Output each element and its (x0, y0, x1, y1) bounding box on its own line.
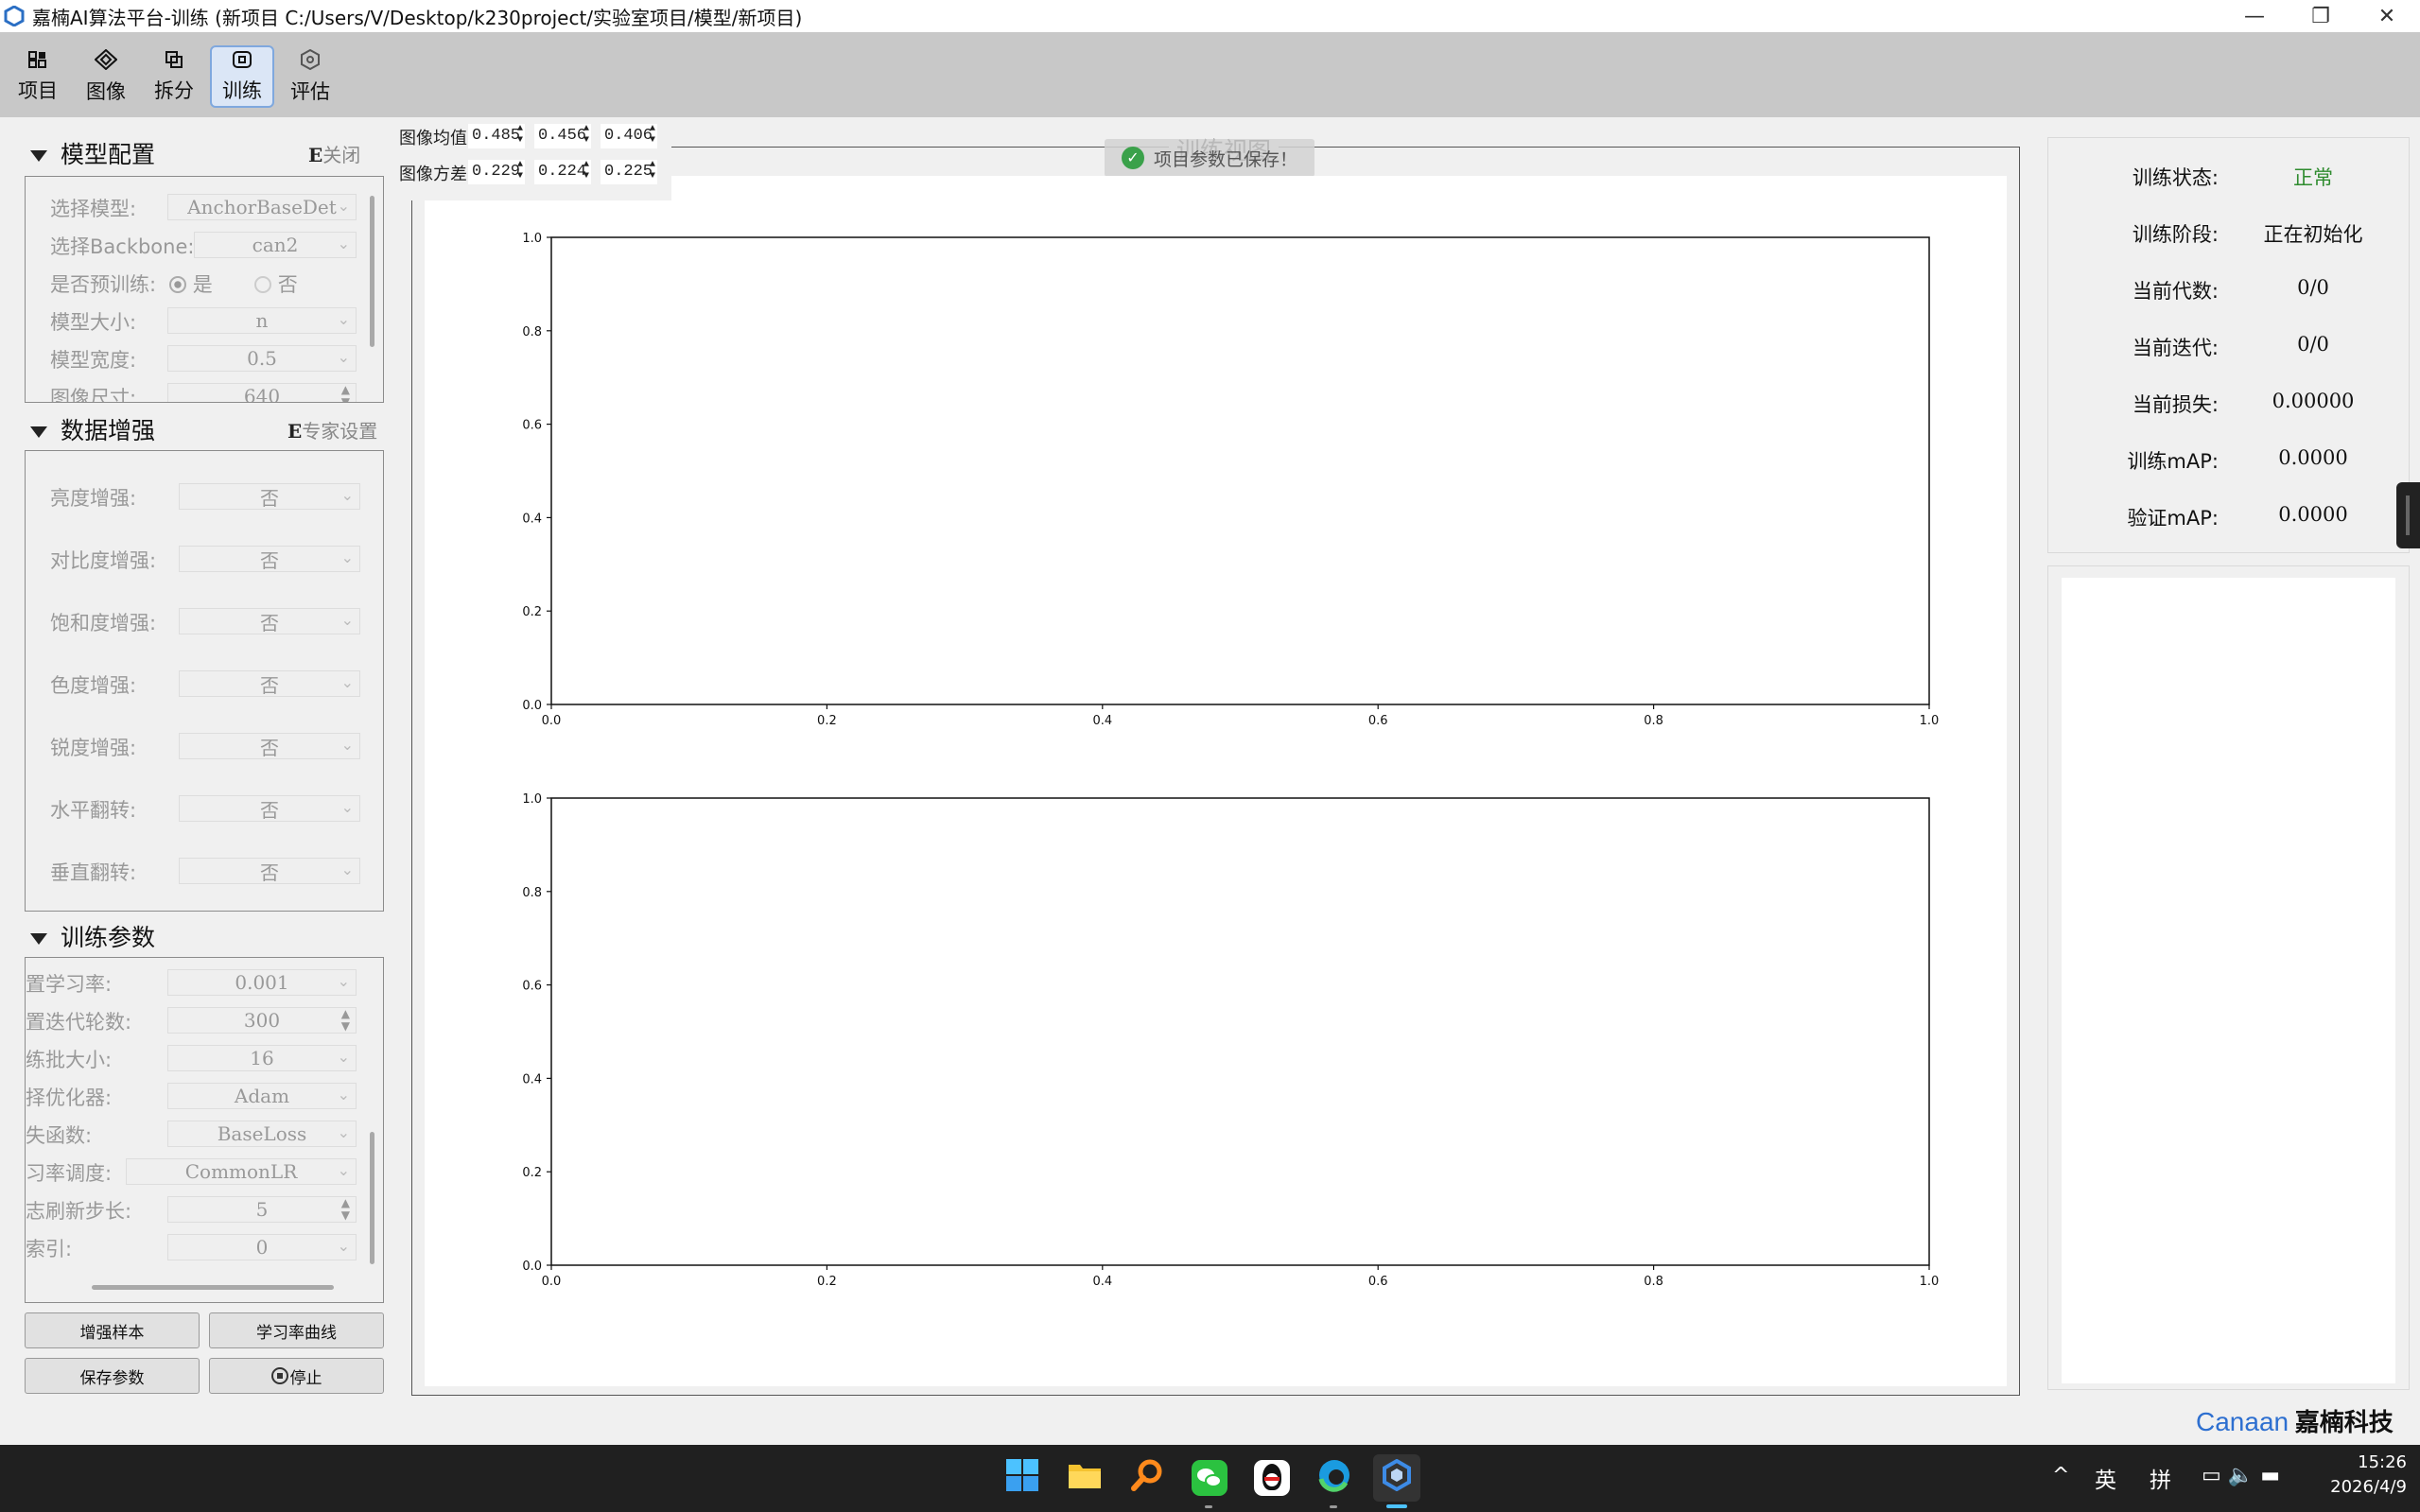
chart-2-x-tick-label: 0.4 (1092, 1275, 1112, 1289)
taskbar-wechat[interactable] (1186, 1454, 1233, 1502)
log-panel (2047, 565, 2410, 1390)
chart-2-axes-frame (550, 797, 1930, 1266)
status-value-train-map: 0.0000 (2278, 446, 2348, 469)
canaan-app-icon (1381, 1458, 1413, 1498)
taskbar-canaan-app[interactable] (1373, 1454, 1420, 1502)
chart-1-y-tick-label: 0.2 (522, 605, 542, 619)
status-label-loss: 当前损失: (2132, 393, 2219, 416)
active-app-indicator (1386, 1504, 1407, 1508)
battery-icon: ▬ (2260, 1464, 2280, 1487)
chart-2-y-tick-label: 0.0 (522, 1260, 542, 1274)
brand-latin: Canaan (2196, 1407, 2289, 1436)
taskbar-edge[interactable] (1311, 1454, 1358, 1502)
magnifier-icon (1130, 1458, 1164, 1499)
chart-2-y-tick-label: 0.8 (522, 886, 542, 900)
running-indicator (1330, 1505, 1337, 1508)
status-value-epoch: 0/0 (2297, 276, 2329, 299)
chart-1-x-tick-label: 0.6 (1368, 714, 1388, 728)
training-status-panel: 训练状态: 正常 训练阶段: 正在初始化 当前代数: 0/0 当前迭代: 0/0… (2047, 137, 2410, 553)
status-value-val-map: 0.0000 (2278, 503, 2348, 526)
taskbar-explorer[interactable] (1061, 1454, 1108, 1502)
tray-overflow-chevron[interactable]: ^ (2052, 1464, 2069, 1487)
taskbar-search-app[interactable] (1123, 1454, 1171, 1502)
chart-2-x-tick-label: 0.0 (542, 1275, 562, 1289)
ime-mode[interactable]: 拼 (2150, 1462, 2171, 1494)
status-value-iter: 0/0 (2297, 333, 2329, 356)
clock-time: 15:26 (2358, 1452, 2407, 1472)
chart-1-y-tick-label: 1.0 (522, 232, 542, 246)
windows-icon (1005, 1458, 1039, 1499)
chart-1-y-tick-label: 0.0 (522, 699, 542, 713)
chart-1-y-tick-label: 0.6 (522, 419, 542, 433)
chevron-up-icon: ^ (2052, 1464, 2070, 1487)
chart-1-x-tick-label: 0.8 (1644, 714, 1663, 728)
running-indicator (1205, 1505, 1212, 1508)
chart-2-x-tick-label: 1.0 (1920, 1275, 1940, 1289)
handle-grip-icon (2406, 495, 2410, 535)
chart-1-x-tick-label: 1.0 (1920, 714, 1940, 728)
start-button[interactable] (999, 1454, 1046, 1502)
status-label-val-map: 验证mAP: (2127, 507, 2219, 530)
chart-1-x-tick-label: 0.0 (542, 714, 562, 728)
brand-logo: Canaan 嘉楠科技 (2196, 1403, 2394, 1438)
chart-1-axes-frame (550, 236, 1930, 705)
folder-icon (1068, 1460, 1102, 1497)
clock-date: 2026/4/9 (2330, 1477, 2407, 1497)
chart-1-y-tick-label: 0.8 (522, 325, 542, 339)
chart-1-y-tick-label: 0.4 (522, 512, 542, 526)
chart-2-x-tick-label: 0.8 (1644, 1275, 1663, 1289)
volume-icon: 🔈 (2227, 1464, 2255, 1487)
side-handle[interactable] (2396, 482, 2420, 548)
status-label-stage: 训练阶段: (2132, 223, 2219, 246)
qq-penguin-icon (1254, 1460, 1290, 1496)
tray-clock[interactable]: 15:26 2026/4/9 (2307, 1451, 2407, 1500)
chart-2-y-tick-label: 0.6 (522, 980, 542, 994)
edge-browser-icon (1317, 1458, 1351, 1499)
chart-1-x-tick-label: 0.2 (817, 714, 837, 728)
brand-chinese: 嘉楠科技 (2294, 1409, 2394, 1437)
chart-1-x-tick-label: 0.4 (1092, 714, 1112, 728)
taskbar-qq[interactable] (1248, 1454, 1296, 1502)
wechat-icon (1192, 1460, 1227, 1496)
chart-2-y-tick-label: 0.2 (522, 1166, 542, 1180)
status-value-stage: 正在初始化 (2263, 223, 2363, 246)
tray-system-icons[interactable]: ▭ 🔈 ▬ (2202, 1464, 2280, 1487)
status-value-loss: 0.00000 (2272, 390, 2355, 412)
chart-2-y-tick-label: 0.4 (522, 1072, 542, 1086)
log-area[interactable] (2062, 578, 2395, 1383)
chart-2-x-tick-label: 0.6 (1368, 1275, 1388, 1289)
taskbar: ^ 英 拼 ▭ 🔈 ▬ 15:26 2026/4/9 (0, 1445, 2420, 1512)
status-label-epoch: 当前代数: (2132, 280, 2219, 303)
chart-2-x-tick-label: 0.2 (817, 1275, 837, 1289)
ime-language[interactable]: 英 (2095, 1462, 2116, 1494)
status-label-iter: 当前迭代: (2132, 337, 2219, 359)
status-label-state: 训练状态: (2132, 166, 2219, 189)
status-value-state: 正常 (2293, 166, 2333, 189)
network-icon: ▭ (2202, 1464, 2221, 1487)
chart-2-y-tick-label: 1.0 (522, 792, 542, 807)
status-label-train-map: 训练mAP: (2127, 450, 2219, 473)
